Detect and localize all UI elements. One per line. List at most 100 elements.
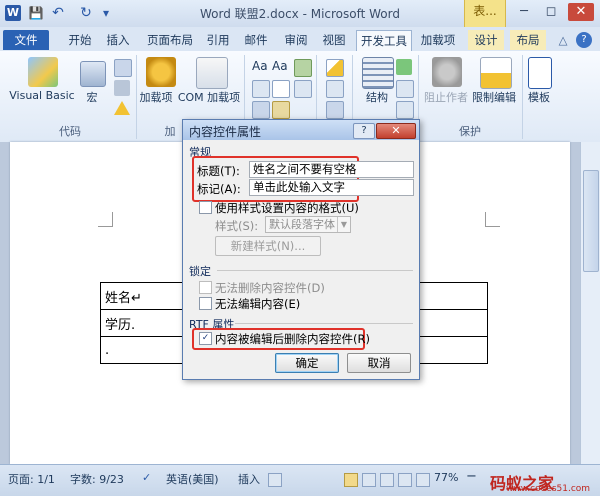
addins-group-label: 加 xyxy=(164,125,176,138)
zoom-level[interactable]: 77% xyxy=(434,471,458,484)
ok-button[interactable]: 确定 xyxy=(275,353,339,373)
zoom-out-button[interactable]: − xyxy=(466,469,477,484)
tag-field-input[interactable]: 单击此处输入文字 xyxy=(249,179,414,196)
cannot-delete-checkbox[interactable] xyxy=(199,281,212,294)
group-separator xyxy=(522,55,523,139)
crop-mark xyxy=(485,212,500,227)
block-authors-button[interactable]: 阻止作者 xyxy=(420,89,472,105)
group-separator xyxy=(136,55,137,139)
legacy-tools-icon[interactable] xyxy=(272,101,290,119)
tab-references[interactable]: 引用 xyxy=(204,30,232,50)
table-cell[interactable]: . xyxy=(100,336,190,364)
web-layout-view-icon[interactable] xyxy=(380,473,394,487)
expansion-pack-icon[interactable] xyxy=(396,101,414,119)
visual-basic-icon[interactable] xyxy=(28,57,58,87)
cannot-delete-label: 无法删除内容控件(D) xyxy=(215,281,325,295)
tab-developer[interactable]: 开发工具 xyxy=(356,30,412,52)
language-indicator[interactable]: 英语(美国) xyxy=(166,471,219,487)
section-divider xyxy=(235,323,413,324)
building-block-control-icon[interactable] xyxy=(252,80,270,98)
cannot-edit-checkbox[interactable] xyxy=(199,297,212,310)
proofing-icon[interactable]: ✓ xyxy=(142,471,151,484)
tab-page-layout[interactable]: 页面布局 xyxy=(144,30,196,50)
help-icon[interactable]: ? xyxy=(576,32,592,48)
macro-security-icon[interactable] xyxy=(114,101,130,115)
close-button[interactable]: ✕ xyxy=(568,3,594,21)
table-cell[interactable]: 姓名↵ xyxy=(100,282,190,310)
table-tools-context-tab[interactable]: 表... xyxy=(464,0,506,30)
minimize-button[interactable]: ─ xyxy=(511,3,537,21)
structure-icon[interactable] xyxy=(362,57,394,89)
scrollbar-thumb[interactable] xyxy=(583,170,599,272)
tab-mailings[interactable]: 邮件 xyxy=(242,30,270,50)
word-count[interactable]: 字数: 9/23 xyxy=(70,471,124,487)
cancel-button[interactable]: 取消 xyxy=(347,353,411,373)
remove-when-edited-checkbox[interactable]: ✓ xyxy=(199,332,212,345)
record-macro-icon[interactable] xyxy=(114,59,132,77)
com-addins-button[interactable]: COM 加载项 xyxy=(176,89,242,105)
tab-layout[interactable]: 布局 xyxy=(510,30,546,50)
tab-review[interactable]: 审阅 xyxy=(282,30,310,50)
group-icon[interactable] xyxy=(326,101,344,119)
combo-box-control-icon[interactable] xyxy=(294,80,312,98)
addins-gear-icon[interactable] xyxy=(146,57,176,87)
page-count[interactable]: 页面: 1/1 xyxy=(8,471,55,487)
tab-file[interactable]: 文件 xyxy=(3,30,49,50)
code-group-label: 代码 xyxy=(59,125,81,138)
restrict-editing-icon[interactable] xyxy=(480,57,512,89)
print-layout-view-icon[interactable] xyxy=(344,473,358,487)
dialog-close-button[interactable]: ✕ xyxy=(376,123,416,139)
dialog-title-bar[interactable]: 内容控件属性 ? ✕ xyxy=(183,120,419,140)
tab-home[interactable]: 开始 xyxy=(66,30,94,50)
new-style-button[interactable]: 新建样式(N)... xyxy=(215,236,321,256)
structure-button[interactable]: 结构 xyxy=(362,89,392,105)
checkbox-control-icon[interactable] xyxy=(272,80,290,98)
properties-icon[interactable] xyxy=(326,80,344,98)
outline-view-icon[interactable] xyxy=(398,473,412,487)
template-button[interactable]: 模板 xyxy=(524,89,554,105)
restore-button[interactable]: ◻ xyxy=(538,3,564,21)
ribbon-tabs: 文件 开始 插入 页面布局 引用 邮件 审阅 视图 开发工具 加载项 设计 布局… xyxy=(0,27,600,52)
macro-icon[interactable] xyxy=(80,61,106,87)
title-field-input[interactable]: 姓名之间不要有空格 xyxy=(249,161,414,178)
codes51-watermark-url: www.codes51.com xyxy=(506,484,591,494)
macro-recording-icon[interactable] xyxy=(268,473,282,487)
tab-insert[interactable]: 插入 xyxy=(104,30,132,50)
remove-when-edited-label: 内容被编辑后删除内容控件(R) xyxy=(215,332,370,346)
plain-text-control-icon[interactable]: Aa xyxy=(272,59,288,75)
dialog-title: 内容控件属性 xyxy=(189,125,262,139)
addins-button[interactable]: 加载项 xyxy=(138,89,174,105)
visual-basic-button[interactable]: Visual Basic xyxy=(8,89,76,102)
rich-text-control-icon[interactable]: Aa xyxy=(252,59,268,75)
dialog-help-button[interactable]: ? xyxy=(353,123,375,139)
picture-control-icon[interactable] xyxy=(294,59,312,77)
schema-icon[interactable] xyxy=(396,59,412,75)
word-app-icon[interactable]: W xyxy=(5,5,21,21)
style-label: 样式(S): xyxy=(215,219,259,233)
full-screen-view-icon[interactable] xyxy=(362,473,376,487)
table-cell[interactable]: 学历. xyxy=(100,309,190,337)
customize-quick-access-icon[interactable]: ▾ xyxy=(98,5,114,21)
window-title: Word 联盟2.docx - Microsoft Word xyxy=(200,7,400,21)
transform-icon[interactable] xyxy=(396,80,414,98)
block-authors-icon[interactable] xyxy=(432,57,462,87)
tab-design[interactable]: 设计 xyxy=(468,30,504,50)
pause-recording-icon[interactable] xyxy=(114,80,130,96)
minimize-ribbon-icon[interactable]: △ xyxy=(556,30,570,50)
style-select[interactable]: 默认段落字体 ▼ xyxy=(265,216,351,233)
document-template-icon[interactable] xyxy=(528,57,552,89)
save-icon[interactable]: 💾 xyxy=(28,5,44,21)
undo-icon[interactable]: ↶ xyxy=(50,5,66,21)
restrict-editing-button[interactable]: 限制编辑 xyxy=(470,89,518,105)
tab-view[interactable]: 视图 xyxy=(320,30,348,50)
tab-addins[interactable]: 加载项 xyxy=(418,30,458,50)
protect-group-label: 保护 xyxy=(459,125,481,138)
design-mode-icon[interactable] xyxy=(326,59,344,77)
date-picker-control-icon[interactable] xyxy=(252,101,270,119)
redo-icon[interactable]: ↻ xyxy=(78,5,94,21)
com-addins-icon[interactable] xyxy=(196,57,228,89)
insert-mode-indicator[interactable]: 插入 xyxy=(238,471,260,487)
macro-button[interactable]: 宏 xyxy=(82,89,102,105)
draft-view-icon[interactable] xyxy=(416,473,430,487)
use-style-checkbox[interactable] xyxy=(199,201,212,214)
